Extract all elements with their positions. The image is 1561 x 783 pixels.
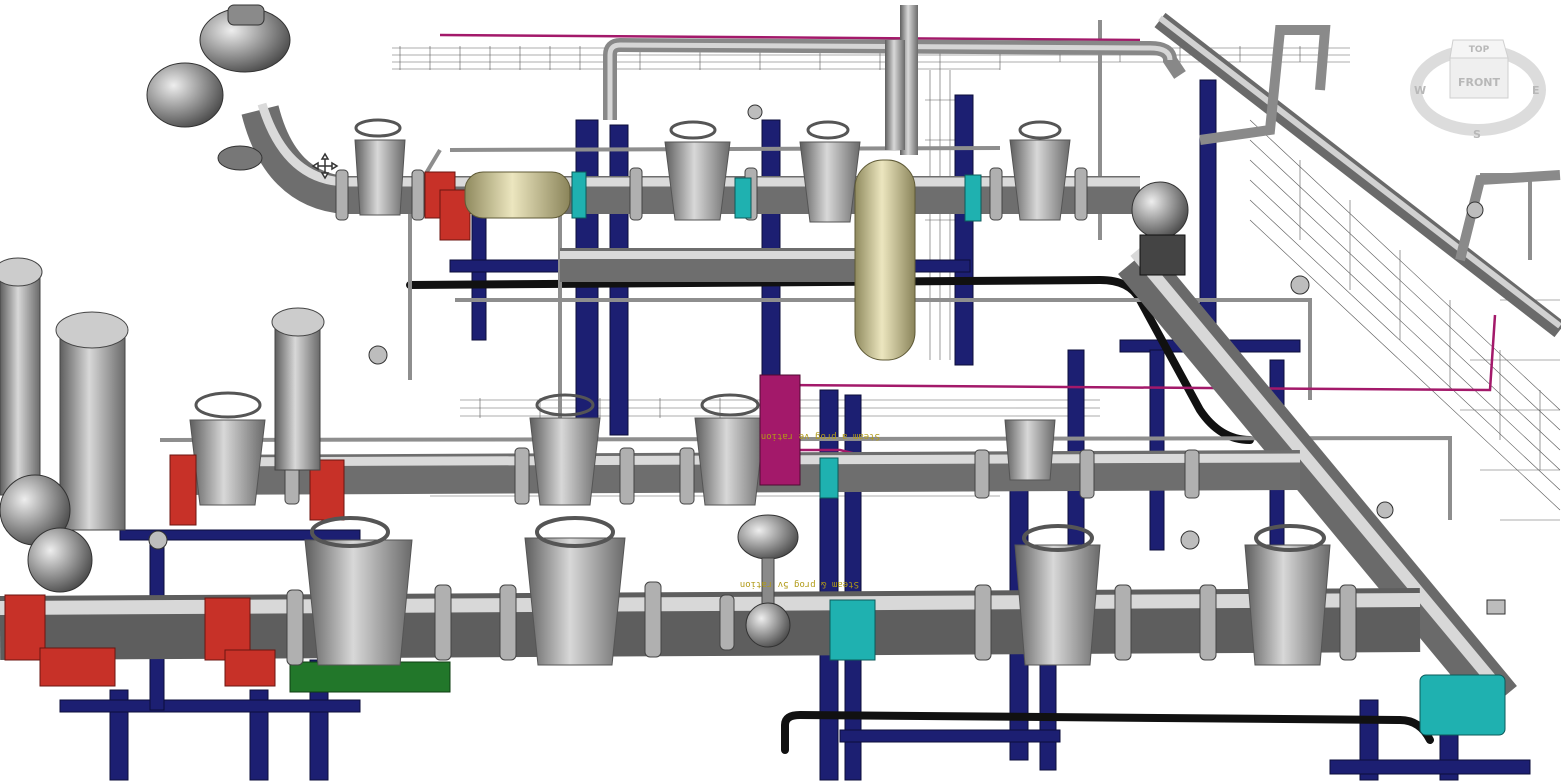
compass-south[interactable]: S (1473, 128, 1481, 141)
middle-process-line (0, 257, 1301, 593)
cube-face-top[interactable]: TOP (1469, 45, 1490, 55)
compass-east[interactable]: E (1532, 84, 1540, 97)
tag-label-main: Steam & prog 5v ration (740, 579, 859, 589)
upper-header-pipe (603, 5, 1186, 155)
view-cube-widget[interactable]: TOP FRONT W E S (1408, 30, 1548, 145)
tag-label-mid: Steam a prog ve ration (761, 431, 880, 441)
cube-face-front[interactable]: FRONT (1458, 76, 1501, 89)
model-viewport[interactable]: Steam & prog 5v ration Steam a prog ve r… (0, 0, 1561, 783)
view-cube[interactable]: TOP FRONT (1449, 39, 1509, 99)
compass-west[interactable]: W (1414, 84, 1426, 97)
upper-process-line (146, 4, 1189, 361)
equipment-base-green (289, 661, 451, 693)
